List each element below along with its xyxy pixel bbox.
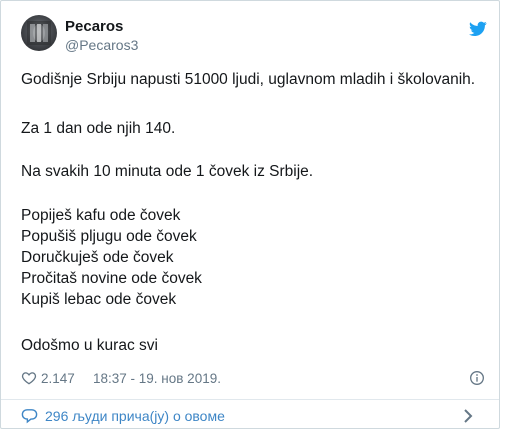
tweet-meta: 2.147 18:37 - 19. нов 2019. [21,369,487,389]
tweet-line: Doručkuješ ode čovek [21,249,174,266]
tweet-line: Za 1 dan ode njih 140. [21,120,176,137]
tweet-line: Godišnje Srbiju napusti 51000 ljudi, ugl… [21,71,476,88]
info-icon[interactable] [469,370,485,386]
avatar[interactable] [21,15,57,51]
comment-icon [21,409,38,424]
tweet-line: Odošmo u kurac svi [21,337,158,354]
tweet-line: Popušiš pljugu ode čovek [21,228,197,245]
tweet-line: Pročitaš novine ode čovek [21,270,202,287]
user-name[interactable]: Pecaros [65,18,123,35]
tweet-line: Kupiš lebac ode čovek [21,291,177,308]
tweet-line: Na svakih 10 minuta ode 1 čovek iz Srbij… [21,163,314,180]
user-handle[interactable]: @Pecaros3 [65,37,138,53]
tweet-header: Pecaros @Pecaros3 [21,15,487,63]
like-count[interactable]: 2.147 [41,371,75,386]
conversation-footer[interactable]: 296 људи прича(ју) о овоме [1,400,499,429]
timestamp[interactable]: 18:37 - 19. нов 2019. [93,371,221,386]
chevron-right-icon[interactable] [463,409,473,423]
people-talking-link[interactable]: 296 људи прича(ју) о овоме [45,408,225,424]
twitter-bird-icon[interactable] [469,21,487,37]
tweet-line: Popiješ kafu ode čovek [21,207,181,224]
tweet-card: Pecaros @Pecaros3 Godišnje Srbiju napust… [0,0,500,429]
heart-icon[interactable] [21,370,37,386]
